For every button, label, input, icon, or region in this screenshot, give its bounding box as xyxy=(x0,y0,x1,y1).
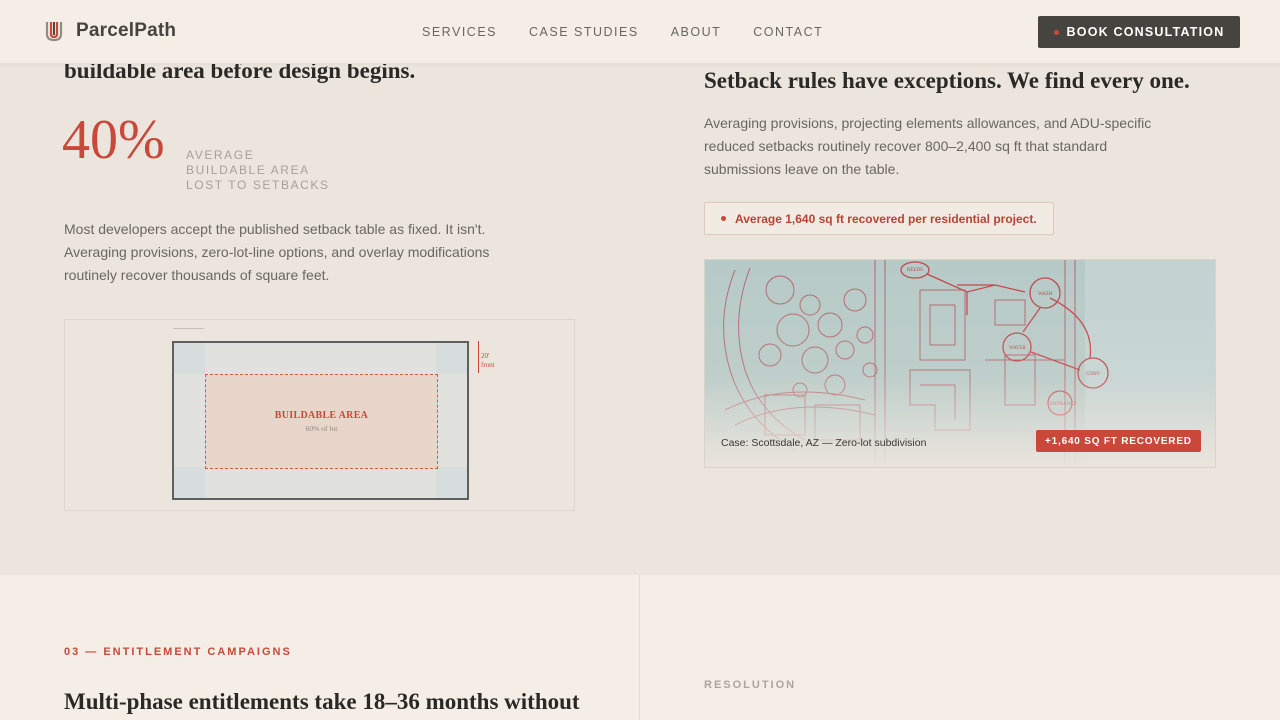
stat-label-line: AVERAGE xyxy=(186,148,255,162)
book-consultation-button[interactable]: BOOK CONSULTATION xyxy=(1038,16,1240,48)
callout-text: Average 1,640 sq ft recovered per reside… xyxy=(735,211,1037,226)
stat-label: AVERAGE BUILDABLE AREA LOST TO SETBACKS xyxy=(186,148,330,193)
nav-links: SERVICES CASE STUDIES ABOUT CONTACT xyxy=(422,25,823,39)
body-line: submissions leave on the table. xyxy=(704,161,900,177)
brand-name: ParcelPath xyxy=(76,20,177,41)
setback-corner xyxy=(174,467,205,498)
dimension-line-top xyxy=(173,328,204,329)
buildable-area: BUILDABLE AREA 60% of lot xyxy=(205,374,438,469)
setbacks-left-body: Most developers accept the published set… xyxy=(64,218,504,287)
case-study-image[interactable]: REEDS WASH WATER CONV ENTRANCE Case: Sco… xyxy=(704,259,1216,468)
body-line: routinely recover thousands of square fe… xyxy=(64,267,330,283)
brand[interactable]: ParcelPath xyxy=(44,19,176,43)
stat-label-line: LOST TO SETBACKS xyxy=(186,178,330,192)
resolution-label: RESOLUTION xyxy=(704,679,797,691)
setback-corner xyxy=(436,343,467,374)
case-caption: Case: Scottsdale, AZ — Zero-lot subdivis… xyxy=(721,437,927,449)
section-eyebrow: 03 — ENTITLEMENT CAMPAIGNS xyxy=(64,646,292,658)
nav-link-contact[interactable]: CONTACT xyxy=(753,25,823,39)
cta-dot-icon xyxy=(1053,29,1059,35)
entitlements-section: 03 — ENTITLEMENT CAMPAIGNS Multi-phase e… xyxy=(0,575,1280,720)
body-line: Averaging provisions, projecting element… xyxy=(704,115,1152,131)
recovered-callout: Average 1,640 sq ft recovered per reside… xyxy=(704,202,1054,235)
dimension-value: 20' xyxy=(481,352,490,360)
entitlements-heading: Multi-phase entitlements take 18–36 mont… xyxy=(64,689,580,714)
nav-link-case-studies[interactable]: CASE STUDIES xyxy=(529,25,639,39)
body-line: Most developers accept the published set… xyxy=(64,221,486,237)
stat-value: 40% xyxy=(62,109,165,171)
setbacks-right-heading: Setback rules have exceptions. We find e… xyxy=(704,68,1190,93)
setback-corner xyxy=(174,343,205,374)
dimension-unit: front xyxy=(481,361,495,369)
lot-outline: BUILDABLE AREA 60% of lot xyxy=(172,341,469,500)
top-nav: ParcelPath SERVICES CASE STUDIES ABOUT C… xyxy=(0,0,1280,64)
setback-corner xyxy=(436,467,467,498)
setback-diagram: BUILDABLE AREA 60% of lot 20' front xyxy=(64,319,575,511)
parcel-logo-icon xyxy=(44,19,64,43)
section-divider xyxy=(639,575,640,720)
dimension-label: 20' front xyxy=(481,352,495,370)
recovered-badge: +1,640 SQ FT RECOVERED xyxy=(1036,430,1201,452)
callout-dot-icon xyxy=(721,216,726,221)
body-line: Averaging provisions, zero-lot-line opti… xyxy=(64,244,490,260)
buildable-sub: 60% of lot xyxy=(305,424,338,433)
buildable-title: BUILDABLE AREA xyxy=(274,410,369,421)
nav-link-services[interactable]: SERVICES xyxy=(422,25,497,39)
stat-label-line: BUILDABLE AREA xyxy=(186,163,310,177)
setbacks-section: buildable area before design begins. 40%… xyxy=(0,58,1280,575)
setbacks-right-body: Averaging provisions, projecting element… xyxy=(704,112,1164,181)
nav-link-about[interactable]: ABOUT xyxy=(671,25,722,39)
cta-label: BOOK CONSULTATION xyxy=(1066,25,1225,39)
dimension-line-right xyxy=(478,341,479,373)
body-line: reduced setbacks routinely recover 800–2… xyxy=(704,138,1108,154)
